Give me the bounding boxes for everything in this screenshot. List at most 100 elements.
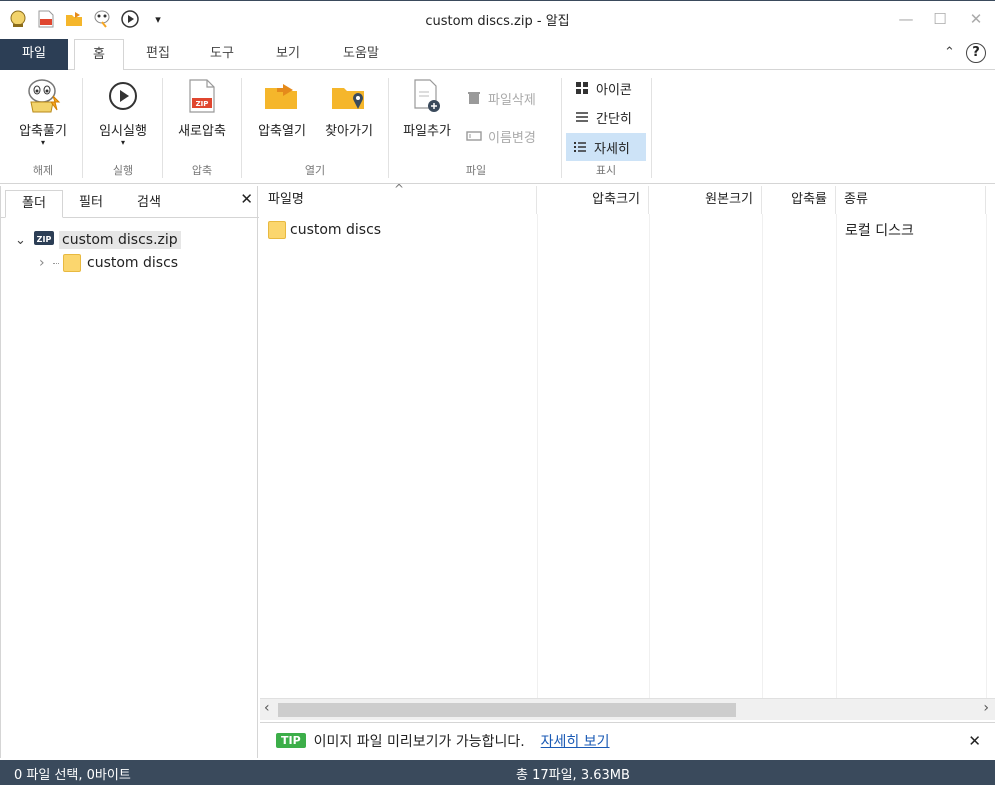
scrollbar-thumb[interactable]	[278, 703, 736, 717]
tab-filter[interactable]: 필터	[63, 190, 119, 218]
play-circle-icon	[103, 76, 143, 116]
tip-close-button[interactable]: ✕	[968, 732, 981, 750]
tip-text: 이미지 파일 미리보기가 가능합니다.	[313, 733, 525, 750]
detail-view-icon	[572, 139, 588, 155]
extract-alzip-icon	[23, 76, 63, 116]
tab-file[interactable]: 파일	[0, 39, 68, 70]
ribbon-separator	[241, 78, 242, 178]
folder-pane: 폴더 필터 검색 ✕ ⌄ ZIP custom discs.zip › cust…	[0, 186, 259, 758]
folder-location-icon	[329, 76, 369, 116]
group-label-open: 열기	[304, 164, 326, 177]
icon-view-button[interactable]: 아이콘	[570, 77, 636, 99]
svg-text:ZIP: ZIP	[196, 100, 209, 108]
status-bar: 0 파일 선택, 0바이트 총 17파일, 3.63MB	[0, 760, 995, 785]
ribbon-tab-bar: 파일 홈 편집 도구 보기 도움말 ⌃ ?	[0, 36, 995, 71]
title-bar: ▾ custom discs.zip - 알집 — ☐ ✕	[0, 0, 995, 36]
file-type: 로컬 디스크	[845, 223, 914, 239]
rename-label: 이름변경	[488, 130, 536, 146]
group-label-file: 파일	[465, 164, 487, 177]
rename-icon	[466, 128, 482, 144]
collapse-ribbon-icon[interactable]: ⌃	[944, 45, 955, 60]
status-total: 총 17파일, 3.63MB	[516, 768, 630, 783]
trash-icon	[466, 90, 482, 106]
tree-item-folder[interactable]: › custom discs	[39, 252, 178, 274]
window-title: custom discs.zip - 알집	[425, 14, 570, 29]
tip-details-link[interactable]: 자세히 보기	[541, 731, 610, 751]
tab-home[interactable]: 홈	[74, 39, 124, 71]
tab-tools[interactable]: 도구	[194, 39, 250, 70]
ribbon-separator	[561, 78, 562, 178]
status-selection: 0 파일 선택, 0바이트	[14, 768, 131, 783]
expander-icon[interactable]: ›	[39, 255, 53, 271]
close-button[interactable]: ✕	[966, 9, 986, 29]
tab-help[interactable]: 도움말	[326, 39, 396, 70]
extract-dropdown-icon[interactable]: ▾	[41, 139, 45, 147]
folder-open-icon	[262, 76, 302, 116]
simple-view-button[interactable]: 간단히	[570, 106, 636, 128]
column-label: 종류	[844, 192, 868, 207]
open-archive-button[interactable]: 압축열기	[248, 76, 316, 139]
tab-search[interactable]: 검색	[119, 190, 179, 218]
grid-view-icon	[574, 80, 590, 96]
file-list: 파일명 ^ 압축크기 원본크기 압축률 종류 custom discs 로컬 디…	[260, 182, 995, 722]
detail-view-label: 자세히	[594, 141, 630, 157]
icon-view-label: 아이콘	[596, 82, 632, 98]
extract-button[interactable]: 압축풀기 ▾	[8, 76, 78, 147]
browse-to-label: 찾아가기	[325, 124, 373, 139]
expander-icon[interactable]: ⌄	[15, 233, 29, 248]
temp-run-button[interactable]: 임시실행 ▾	[88, 76, 158, 147]
column-divider	[762, 214, 763, 698]
column-header-compressed-size[interactable]: 압축크기	[537, 186, 649, 214]
ribbon-home: 압축풀기 ▾ 해제 임시실행 ▾ 실행 ZIP 새로압축 압축 압축열기 찾아가…	[0, 70, 995, 184]
new-zip-button[interactable]: ZIP 새로압축	[168, 76, 236, 139]
column-label: 원본크기	[705, 192, 753, 207]
zip-file-icon: ZIP	[182, 76, 222, 116]
sort-ascending-icon: ^	[394, 182, 405, 196]
tip-badge: TIP	[276, 733, 306, 748]
browse-to-button[interactable]: 찾아가기	[316, 76, 382, 139]
tree-item-archive[interactable]: ⌄ ZIP custom discs.zip	[15, 229, 181, 251]
tab-edit[interactable]: 편집	[130, 39, 186, 70]
add-file-button[interactable]: 파일추가	[394, 76, 460, 139]
column-header-ratio[interactable]: 압축률	[762, 186, 836, 214]
column-label: 압축크기	[592, 192, 640, 207]
add-file-icon	[407, 76, 447, 116]
delete-file-button[interactable]: 파일삭제	[466, 87, 536, 109]
tree-connector	[53, 262, 59, 264]
folder-icon	[268, 221, 286, 239]
pane-close-button[interactable]: ✕	[240, 190, 253, 208]
horizontal-scrollbar[interactable]: ‹ ›	[260, 698, 995, 720]
column-divider	[537, 214, 538, 698]
detail-view-button[interactable]: 자세히	[566, 133, 646, 161]
delete-file-label: 파일삭제	[488, 92, 536, 108]
extract-label: 압축풀기	[19, 124, 67, 139]
tab-folder[interactable]: 폴더	[5, 190, 63, 218]
help-icon[interactable]: ?	[966, 43, 986, 63]
svg-text:ZIP: ZIP	[37, 235, 52, 244]
folder-icon	[63, 254, 81, 272]
file-row[interactable]: custom discs	[268, 218, 538, 242]
scroll-right-icon[interactable]: ›	[983, 700, 989, 716]
ribbon-separator	[651, 78, 652, 178]
scroll-left-icon[interactable]: ‹	[264, 700, 270, 716]
file-type-cell: 로컬 디스크	[845, 218, 985, 242]
open-archive-label: 압축열기	[258, 124, 306, 139]
column-divider	[986, 214, 987, 698]
minimize-button[interactable]: —	[896, 9, 916, 29]
column-divider	[649, 214, 650, 698]
group-label-run: 실행	[112, 164, 134, 177]
rename-button[interactable]: 이름변경	[466, 125, 536, 147]
group-label-display: 표시	[595, 164, 617, 177]
zip-archive-icon: ZIP	[33, 229, 55, 251]
temp-run-label: 임시실행	[99, 124, 147, 139]
tab-view[interactable]: 보기	[260, 39, 316, 70]
tree-item-label: custom discs.zip	[59, 231, 181, 249]
group-label-extract: 해제	[32, 164, 54, 177]
column-header-original-size[interactable]: 원본크기	[649, 186, 762, 214]
temp-run-dropdown-icon[interactable]: ▾	[121, 139, 125, 147]
maximize-button[interactable]: ☐	[930, 9, 950, 29]
column-header-type[interactable]: 종류	[836, 186, 986, 214]
list-view-icon	[574, 109, 590, 125]
group-label-compress: 압축	[191, 164, 213, 177]
ribbon-separator	[82, 78, 83, 178]
